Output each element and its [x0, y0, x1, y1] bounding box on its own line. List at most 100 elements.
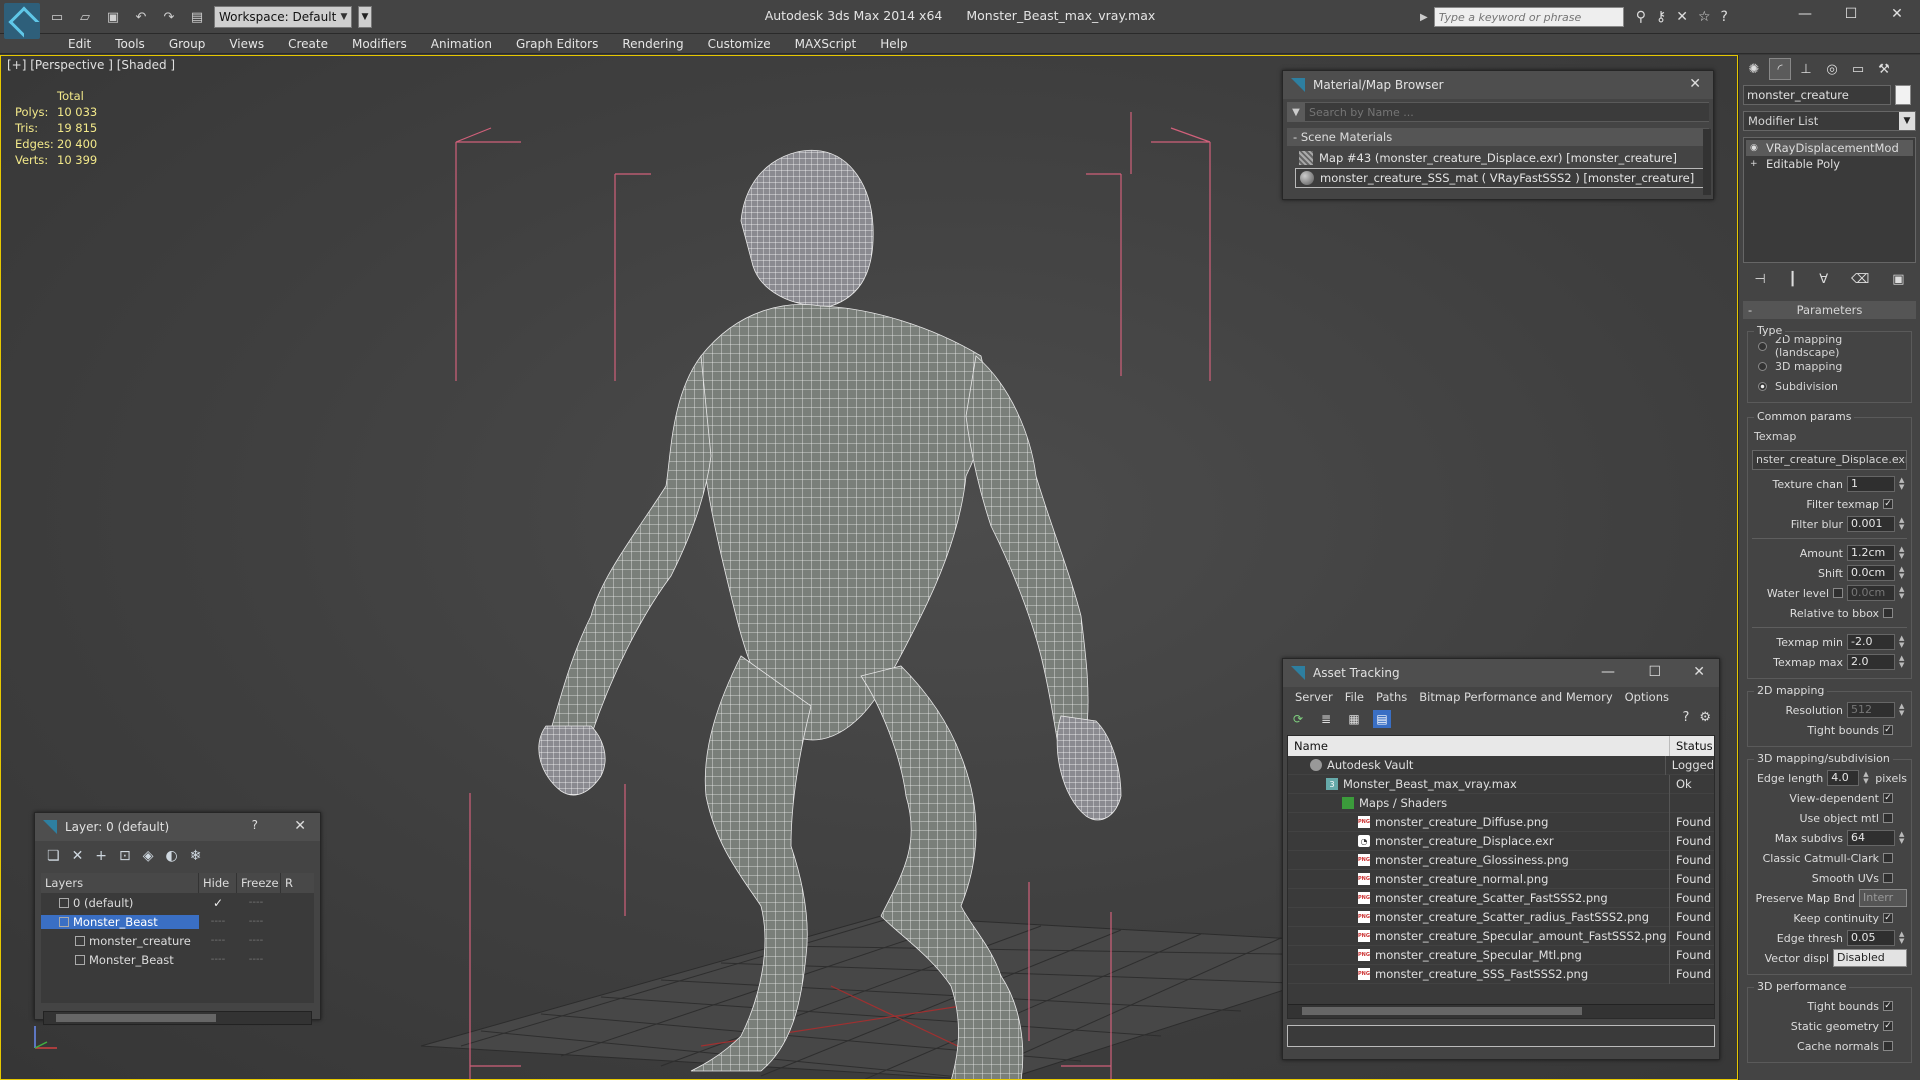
menu-options[interactable]: Options [1619, 687, 1675, 707]
delete-layer-icon[interactable]: ✕ [72, 848, 84, 864]
table-row[interactable]: PNG monster_creature_SSS_FastSSS2.png Foun… [1288, 964, 1714, 984]
table-row[interactable]: Autodesk Vault Logged [1288, 755, 1714, 775]
column-header-layers[interactable]: Layers [41, 873, 199, 893]
texmap-max-input[interactable]: 2.0 [1847, 654, 1895, 670]
texture-chan-input[interactable]: 1 [1847, 476, 1895, 492]
select-objects-icon[interactable]: ⊡ [119, 848, 131, 864]
menu-maxscript[interactable]: MAXScript [783, 34, 869, 53]
hide-toggle[interactable]: ✓ [199, 896, 237, 910]
table-row[interactable]: ◔ monster_creature_Displace.exr Found [1288, 831, 1714, 851]
exchange-icon[interactable]: ✕ [1676, 9, 1688, 25]
table-row[interactable]: PNG monster_creature_Scatter_radius_FastS… [1288, 907, 1714, 927]
expand-icon[interactable]: + [1750, 159, 1760, 169]
stack-item-editable-poly[interactable]: + Editable Poly [1746, 156, 1913, 172]
help-search-input[interactable] [1433, 7, 1624, 27]
table-row[interactable]: 3 Monster_Beast_max_vray.max Ok [1288, 774, 1714, 794]
layer-manager-panel[interactable]: Layer: 0 (default) ? ✕ ❏ ✕ + ⊡ ◈ ◐ ❄ Lay… [34, 812, 321, 1025]
freeze-toggle[interactable]: ---- [237, 897, 275, 908]
max-subdivs-input[interactable]: 64 [1847, 830, 1895, 846]
column-header-hide[interactable]: Hide [199, 873, 237, 893]
help-icon[interactable]: ? [252, 818, 258, 832]
freeze-all-icon[interactable]: ❄ [190, 848, 202, 864]
spinner-icon[interactable]: ▲ ▼ [1899, 477, 1907, 491]
hide-toggle[interactable]: ---- [199, 935, 237, 946]
panel-titlebar[interactable]: Layer: 0 (default) ? ✕ [35, 813, 320, 841]
vector-displ-dropdown[interactable]: Disabled [1833, 949, 1907, 967]
new-file-icon[interactable]: ▭ [46, 6, 68, 28]
list-item[interactable]: Map #43 (monster_creature_Displace.exr) … [1295, 148, 1709, 168]
viewport-label[interactable]: [+] [Perspective ] [Shaded ] [7, 58, 175, 72]
perf-tight-bounds-checkbox[interactable]: ✓ [1883, 1001, 1893, 1011]
spinner-icon[interactable]: ▲ ▼ [1899, 635, 1907, 649]
hide-toggle[interactable]: ---- [199, 954, 237, 965]
menu-edit[interactable]: Edit [56, 34, 103, 53]
spinner-icon[interactable]: ▲ ▼ [1899, 566, 1907, 580]
menu-bitmap-performance[interactable]: Bitmap Performance and Memory [1413, 687, 1618, 707]
preserve-map-bnd-dropdown[interactable]: Interr [1859, 889, 1907, 907]
spinner-icon[interactable]: ▲ ▼ [1899, 931, 1907, 945]
project-folder-icon[interactable]: ▤ [186, 6, 208, 28]
table-row[interactable]: 0 (default) ✓ ---- [41, 893, 314, 912]
list-item[interactable]: monster_creature_SSS_mat ( VRayFastSSS2 … [1295, 168, 1709, 188]
menu-group[interactable]: Group [157, 34, 218, 53]
column-header-render[interactable]: R [281, 873, 301, 893]
menu-modifiers[interactable]: Modifiers [340, 34, 419, 53]
spinner-icon[interactable]: ▲ ▼ [1899, 517, 1907, 531]
close-icon[interactable]: ✕ [1689, 76, 1701, 92]
menu-customize[interactable]: Customize [696, 34, 783, 53]
object-name-input[interactable] [1743, 85, 1891, 105]
filter-icon[interactable]: ▼ [1287, 107, 1305, 118]
create-tab-icon[interactable]: ✺ [1743, 58, 1765, 80]
smooth-uvs-checkbox[interactable] [1883, 873, 1893, 883]
view-dependent-checkbox[interactable]: ✓ [1883, 793, 1893, 803]
lightbulb-icon[interactable]: ◉ [1750, 143, 1760, 153]
relative-bbox-checkbox[interactable] [1883, 608, 1893, 618]
water-level-checkbox[interactable] [1833, 588, 1843, 598]
close-icon[interactable]: ✕ [1693, 664, 1705, 680]
highlight-layer-icon[interactable]: ◈ [143, 848, 154, 864]
motion-tab-icon[interactable]: ◎ [1821, 58, 1843, 80]
help-icon[interactable]: ? [1682, 710, 1689, 725]
hide-all-icon[interactable]: ◐ [166, 848, 178, 864]
spinner-icon[interactable]: ▲ ▼ [1899, 703, 1907, 717]
texmap-min-input[interactable]: -2.0 [1847, 634, 1895, 650]
menu-file[interactable]: File [1339, 687, 1370, 707]
keep-continuity-checkbox[interactable]: ✓ [1883, 913, 1893, 923]
freeze-toggle[interactable]: ---- [237, 954, 275, 965]
menu-help[interactable]: Help [868, 34, 919, 53]
modifier-list-dropdown[interactable]: Modifier List ▼ [1743, 111, 1916, 131]
classic-catmull-checkbox[interactable] [1883, 853, 1893, 863]
list-view-icon[interactable]: ≣ [1317, 710, 1335, 728]
table-row[interactable]: Monster_Beast ---- ---- [41, 950, 314, 969]
table-view-icon[interactable]: ▤ [1373, 710, 1391, 728]
spinner-icon[interactable]: ▲ ▼ [1899, 655, 1907, 669]
configure-modifiers-icon[interactable]: ▣ [1892, 272, 1904, 287]
close-icon[interactable]: ✕ [294, 818, 306, 834]
minimize-icon[interactable]: — [1782, 0, 1828, 28]
save-icon[interactable]: ▣ [102, 6, 124, 28]
radio-3d-mapping[interactable]: 3D mapping [1752, 356, 1907, 376]
create-layer-icon[interactable]: ❏ [47, 848, 60, 864]
spinner-icon[interactable]: ▲ ▼ [1863, 771, 1871, 785]
refresh-icon[interactable]: ⟳ [1289, 710, 1307, 728]
modify-tab-icon[interactable]: ◜ [1769, 58, 1791, 80]
spinner-icon[interactable]: ▲ ▼ [1899, 586, 1907, 600]
stack-item-vray-displacement[interactable]: ◉ VRayDisplacementMod [1746, 140, 1913, 156]
water-level-input[interactable]: 0.0cm [1847, 585, 1895, 601]
menu-animation[interactable]: Animation [419, 34, 504, 53]
parameters-rollout[interactable]: Parameters [1743, 301, 1916, 319]
freeze-toggle[interactable]: ---- [237, 935, 275, 946]
material-map-browser[interactable]: Material/Map Browser ✕ ▼ - Scene Materia… [1282, 70, 1714, 200]
table-row[interactable]: PNG monster_creature_Glossiness.png Found [1288, 850, 1714, 870]
static-geometry-checkbox[interactable]: ✓ [1883, 1021, 1893, 1031]
minimize-icon[interactable]: — [1601, 664, 1615, 680]
maximize-icon[interactable]: ☐ [1828, 0, 1874, 28]
table-row[interactable]: PNG monster_creature_Specular_amount_Fast… [1288, 926, 1714, 946]
remove-modifier-icon[interactable]: ⌫ [1851, 272, 1869, 287]
maximize-icon[interactable]: ☐ [1648, 664, 1661, 680]
menu-paths[interactable]: Paths [1370, 687, 1413, 707]
shift-input[interactable]: 0.0cm [1847, 565, 1895, 581]
column-header-status[interactable]: Status [1670, 736, 1714, 756]
menu-rendering[interactable]: Rendering [610, 34, 695, 53]
application-menu-button[interactable] [4, 3, 40, 39]
